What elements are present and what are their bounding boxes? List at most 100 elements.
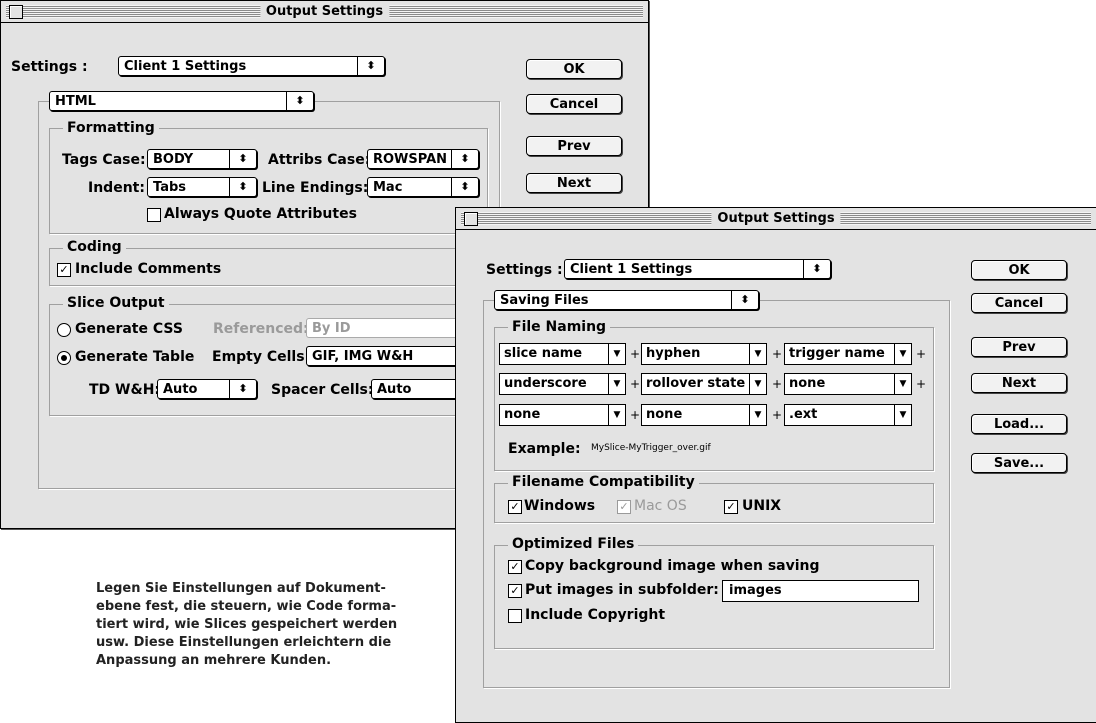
- empty-cells-label: Empty Cells:: [212, 349, 311, 365]
- copy-background-label: Copy background image when saving: [525, 558, 820, 574]
- line-endings-label: Line Endings:: [262, 180, 369, 196]
- naming-value: hyphen: [646, 346, 701, 361]
- save-button[interactable]: Save...: [971, 453, 1067, 473]
- naming-select-1-1[interactable]: slice name ▼: [499, 343, 626, 365]
- section-popup-value: Saving Files: [500, 293, 589, 308]
- indent-popup[interactable]: Tabs ⬍: [147, 177, 257, 197]
- prev-button[interactable]: Prev: [526, 136, 622, 156]
- naming-select-1-3[interactable]: trigger name ▼: [784, 343, 912, 365]
- check-icon: ✓: [726, 500, 736, 513]
- naming-select-2-2[interactable]: rollover state ▼: [641, 373, 767, 395]
- section-popup[interactable]: Saving Files ⬍: [494, 290, 759, 310]
- plus-sign: +: [916, 347, 927, 361]
- load-button[interactable]: Load...: [971, 414, 1067, 434]
- settings-popup-value: Client 1 Settings: [124, 59, 247, 74]
- prev-button[interactable]: Prev: [971, 337, 1067, 357]
- mac-os-checkbox[interactable]: ✓: [617, 500, 631, 514]
- check-icon: ✓: [510, 560, 520, 573]
- unix-checkbox[interactable]: ✓: [724, 500, 738, 514]
- tags-case-popup[interactable]: BODY ⬍: [147, 149, 257, 169]
- settings-popup[interactable]: Client 1 Settings ⬍: [564, 259, 831, 279]
- naming-value: rollover state: [646, 376, 746, 391]
- formatting-group-title: Formatting: [63, 120, 159, 136]
- naming-select-2-1[interactable]: underscore ▼: [499, 373, 626, 395]
- td-wh-value: Auto: [163, 382, 198, 397]
- check-icon: ✓: [619, 500, 629, 513]
- title-bar[interactable]: Output Settings: [456, 208, 1096, 230]
- naming-select-3-3[interactable]: .ext ▼: [784, 404, 912, 426]
- generate-css-radio[interactable]: [57, 323, 71, 337]
- subfolder-checkbox[interactable]: ✓: [508, 584, 522, 598]
- popup-arrows-icon: ⬍: [451, 178, 478, 196]
- dropdown-arrow-icon: ▼: [894, 405, 911, 425]
- section-popup[interactable]: HTML ⬍: [49, 91, 314, 111]
- always-quote-label: Always Quote Attributes: [164, 206, 357, 222]
- close-box-icon[interactable]: [9, 5, 23, 19]
- always-quote-checkbox[interactable]: [147, 208, 161, 222]
- generate-table-label: Generate Table: [75, 349, 195, 365]
- cancel-button[interactable]: Cancel: [971, 293, 1067, 313]
- naming-value: underscore: [504, 376, 587, 391]
- naming-select-3-2[interactable]: none ▼: [641, 404, 767, 426]
- caption-text: Legen Sie Einstellungen auf Dokument- eb…: [96, 580, 397, 670]
- include-copyright-label: Include Copyright: [525, 607, 666, 623]
- plus-sign: +: [772, 377, 783, 391]
- dropdown-arrow-icon: ▼: [608, 405, 625, 425]
- windows-checkbox[interactable]: ✓: [508, 500, 522, 514]
- caption-line: usw. Diese Einstellungen erleichtern die: [96, 635, 392, 650]
- cancel-button[interactable]: Cancel: [526, 94, 622, 114]
- copy-background-checkbox[interactable]: ✓: [508, 560, 522, 574]
- include-comments-checkbox[interactable]: ✓: [57, 263, 71, 277]
- check-icon: ✓: [510, 584, 520, 597]
- caption-line: tiert wird, wie Slices gespeichert werde…: [96, 617, 398, 632]
- next-button[interactable]: Next: [526, 173, 622, 193]
- naming-value: none: [504, 407, 541, 422]
- tags-case-label: Tags Case:: [62, 152, 146, 168]
- mac-os-label: Mac OS: [634, 498, 687, 514]
- title-bar[interactable]: Output Settings: [1, 1, 648, 23]
- plus-sign: +: [630, 408, 641, 422]
- windows-label: Windows: [524, 498, 596, 514]
- settings-label: Settings :: [11, 59, 88, 75]
- popup-arrows-icon: ⬍: [357, 57, 384, 75]
- naming-select-3-1[interactable]: none ▼: [499, 404, 626, 426]
- caption-line: Legen Sie Einstellungen auf Dokument-: [96, 581, 386, 596]
- naming-select-2-3[interactable]: none ▼: [784, 373, 912, 395]
- attribs-case-popup[interactable]: ROWSPAN ⬍: [367, 149, 479, 169]
- dropdown-arrow-icon: ▼: [749, 374, 766, 394]
- tags-case-value: BODY: [153, 152, 194, 167]
- plus-sign: +: [630, 377, 641, 391]
- popup-arrows-icon: ⬍: [451, 150, 478, 168]
- section-popup-value: HTML: [55, 94, 96, 109]
- naming-value: trigger name: [789, 346, 885, 361]
- popup-arrows-icon: ⬍: [229, 380, 256, 398]
- settings-popup-value: Client 1 Settings: [570, 262, 693, 277]
- indent-label: Indent:: [88, 180, 145, 196]
- line-endings-popup[interactable]: Mac ⬍: [367, 177, 479, 197]
- generate-table-radio[interactable]: [57, 351, 71, 365]
- ok-button[interactable]: OK: [526, 59, 622, 79]
- popup-arrows-icon: ⬍: [229, 150, 256, 168]
- plus-sign: +: [630, 347, 641, 361]
- include-copyright-checkbox[interactable]: [508, 609, 522, 623]
- ok-button[interactable]: OK: [971, 260, 1067, 280]
- spacer-cells-label: Spacer Cells:: [271, 382, 374, 398]
- naming-value: .ext: [789, 407, 818, 422]
- dropdown-arrow-icon: ▼: [749, 405, 766, 425]
- td-wh-popup[interactable]: Auto ⬍: [157, 379, 257, 399]
- settings-popup[interactable]: Client 1 Settings ⬍: [118, 56, 385, 76]
- dropdown-arrow-icon: ▼: [749, 344, 766, 364]
- file-naming-group-title: File Naming: [508, 319, 611, 335]
- close-box-icon[interactable]: [464, 212, 478, 226]
- window-title: Output Settings: [259, 3, 390, 20]
- check-icon: ✓: [59, 263, 69, 276]
- naming-select-1-2[interactable]: hyphen ▼: [641, 343, 767, 365]
- dropdown-arrow-icon: ▼: [608, 344, 625, 364]
- unix-label: UNIX: [742, 498, 782, 514]
- window-title: Output Settings: [711, 210, 841, 227]
- td-wh-label: TD W&H:: [89, 382, 161, 398]
- next-button[interactable]: Next: [971, 373, 1067, 393]
- subfolder-input[interactable]: images: [722, 580, 919, 602]
- output-settings-window-front: Output Settings Settings : Client 1 Sett…: [455, 207, 1096, 723]
- attribs-case-label: Attribs Case:: [268, 152, 371, 168]
